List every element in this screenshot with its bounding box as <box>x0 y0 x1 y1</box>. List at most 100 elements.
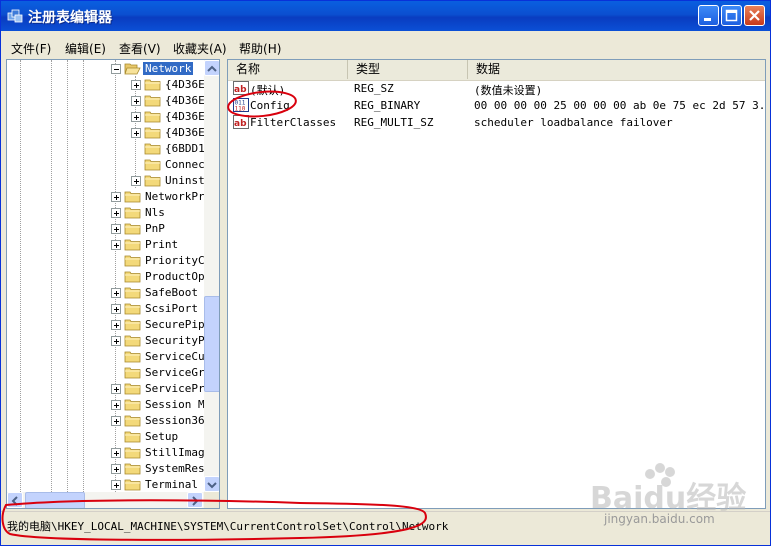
menu-help[interactable]: 帮助(H) <box>239 40 281 57</box>
tree-horizontal-scrollbar[interactable] <box>7 492 204 508</box>
svg-text:ab: ab <box>234 119 247 129</box>
tree-node-label: Print <box>145 238 179 251</box>
maximize-icon <box>725 9 738 22</box>
tree-node-label: ServiceCur <box>145 350 212 363</box>
folder-icon <box>124 463 141 475</box>
expand-icon[interactable] <box>111 336 121 346</box>
list-header: 名称 类型 数据 <box>228 60 765 81</box>
tree-node-label: Nls <box>145 206 165 219</box>
value-type: REG_BINARY <box>354 99 421 112</box>
expand-icon[interactable] <box>111 464 121 474</box>
menu-file[interactable]: 文件(F) <box>11 40 51 57</box>
expand-icon[interactable] <box>111 448 121 458</box>
chevron-left-icon <box>11 496 18 506</box>
expand-icon[interactable] <box>111 416 121 426</box>
expand-icon[interactable] <box>111 304 121 314</box>
expand-icon[interactable] <box>111 192 121 202</box>
folder-icon <box>124 271 141 283</box>
expand-icon[interactable] <box>111 384 121 394</box>
menu-edit[interactable]: 编辑(E) <box>65 40 106 57</box>
expand-icon[interactable] <box>111 224 121 234</box>
folder-icon <box>144 111 161 123</box>
folder-icon <box>124 431 141 443</box>
column-header-data[interactable]: 数据 <box>468 60 765 79</box>
baidu-watermark-logo: Baidu经验 <box>590 463 746 516</box>
value-row[interactable]: ab FilterClasses REG_MULTI_SZ scheduler loa… <box>228 114 765 131</box>
scroll-down-button[interactable] <box>204 476 219 492</box>
maximize-button[interactable] <box>721 5 742 26</box>
tree-node-label: Session36M <box>145 414 212 427</box>
status-key-path: 我的电脑\HKEY_LOCAL_MACHINE\SYSTEM\CurrentCo… <box>7 520 449 533</box>
folder-icon <box>124 367 141 379</box>
folder-icon <box>144 143 161 155</box>
collapse-icon[interactable] <box>111 64 121 74</box>
value-data: scheduler loadbalance failover <box>474 116 673 129</box>
value-row[interactable]: 011 110 Config REG_BINARY 00 00 00 00 25 00 … <box>228 97 765 114</box>
scroll-left-button[interactable] <box>7 492 23 508</box>
folder-icon <box>124 207 141 219</box>
column-header-type[interactable]: 类型 <box>348 60 468 79</box>
tree-node-label: Setup <box>145 430 179 443</box>
value-data: (数值未设置) <box>474 84 543 97</box>
menu-favorites[interactable]: 收藏夹(A) <box>173 40 227 57</box>
chevron-right-icon <box>192 496 199 506</box>
title-bar[interactable]: 注册表编辑器 <box>1 1 770 31</box>
folder-icon <box>124 383 141 395</box>
tree-guide-line <box>115 60 116 492</box>
tree-node-label: SafeBoot <box>145 286 198 299</box>
tree-node-label: NetworkPro <box>145 190 212 203</box>
folder-icon <box>124 399 141 411</box>
expand-icon[interactable] <box>131 176 141 186</box>
registry-key-tree[interactable]: Network {4D36E9 {4D36E9 {4D36E9 {4D36E9 {6BDD… <box>6 59 220 509</box>
close-button[interactable] <box>744 5 765 26</box>
tree-scroll-thumb[interactable] <box>204 296 219 392</box>
tree-guide-line <box>20 60 21 492</box>
scroll-corner <box>204 492 219 508</box>
folder-icon <box>124 239 141 251</box>
expand-icon[interactable] <box>131 80 141 90</box>
expand-icon[interactable] <box>111 208 121 218</box>
minimize-icon <box>704 18 711 21</box>
expand-icon[interactable] <box>111 320 121 330</box>
menu-bar: 文件(F) 编辑(E) 查看(V) 收藏夹(A) 帮助(H) <box>1 37 770 57</box>
tree-node-label: PriorityCo <box>145 254 212 267</box>
chevron-down-icon <box>207 482 217 489</box>
expand-icon[interactable] <box>131 128 141 138</box>
tree-vertical-scrollbar[interactable] <box>204 60 219 492</box>
scroll-up-button[interactable] <box>204 60 219 76</box>
scroll-right-button[interactable] <box>187 492 203 508</box>
watermark-site: jingyan.baidu.com <box>604 512 715 526</box>
tree-guide-line <box>67 60 68 492</box>
registry-editor-icon <box>7 9 23 23</box>
tree-node-label: SecurityPr <box>145 334 212 347</box>
tree-node-label: ServiceGro <box>145 366 212 379</box>
expand-icon[interactable] <box>111 400 121 410</box>
minimize-button[interactable] <box>698 5 719 26</box>
expand-icon[interactable] <box>111 288 121 298</box>
column-header-name[interactable]: 名称 <box>228 60 348 79</box>
folder-icon <box>124 303 141 315</box>
menu-view[interactable]: 查看(V) <box>119 40 161 57</box>
tree-node-label: Session Ma <box>145 398 212 411</box>
folder-icon <box>124 319 141 331</box>
expand-icon[interactable] <box>111 480 121 490</box>
tree-node-label: PnP <box>145 222 165 235</box>
folder-icon <box>124 287 141 299</box>
tree-hscroll-thumb[interactable] <box>25 492 85 508</box>
value-row[interactable]: ab (默认) REG_SZ (数值未设置) <box>228 80 765 97</box>
value-name: Config <box>250 99 290 112</box>
expand-icon[interactable] <box>111 240 121 250</box>
svg-text:110: 110 <box>235 106 246 113</box>
tree-node-label: Terminal S <box>145 478 212 491</box>
folder-icon <box>144 159 161 171</box>
registry-value-list[interactable]: 名称 类型 数据 ab (默认) REG_SZ (数值未设置) 011 110 Config… <box>227 59 766 509</box>
value-name: (默认) <box>250 84 286 97</box>
expand-icon[interactable] <box>131 96 141 106</box>
value-type: REG_MULTI_SZ <box>354 116 434 129</box>
folder-icon <box>124 447 141 459</box>
folder-icon <box>124 351 141 363</box>
folder-icon <box>144 175 161 187</box>
watermark-logo-text: Baidu经验 <box>590 481 746 516</box>
folder-icon <box>124 255 141 267</box>
expand-icon[interactable] <box>131 112 141 122</box>
